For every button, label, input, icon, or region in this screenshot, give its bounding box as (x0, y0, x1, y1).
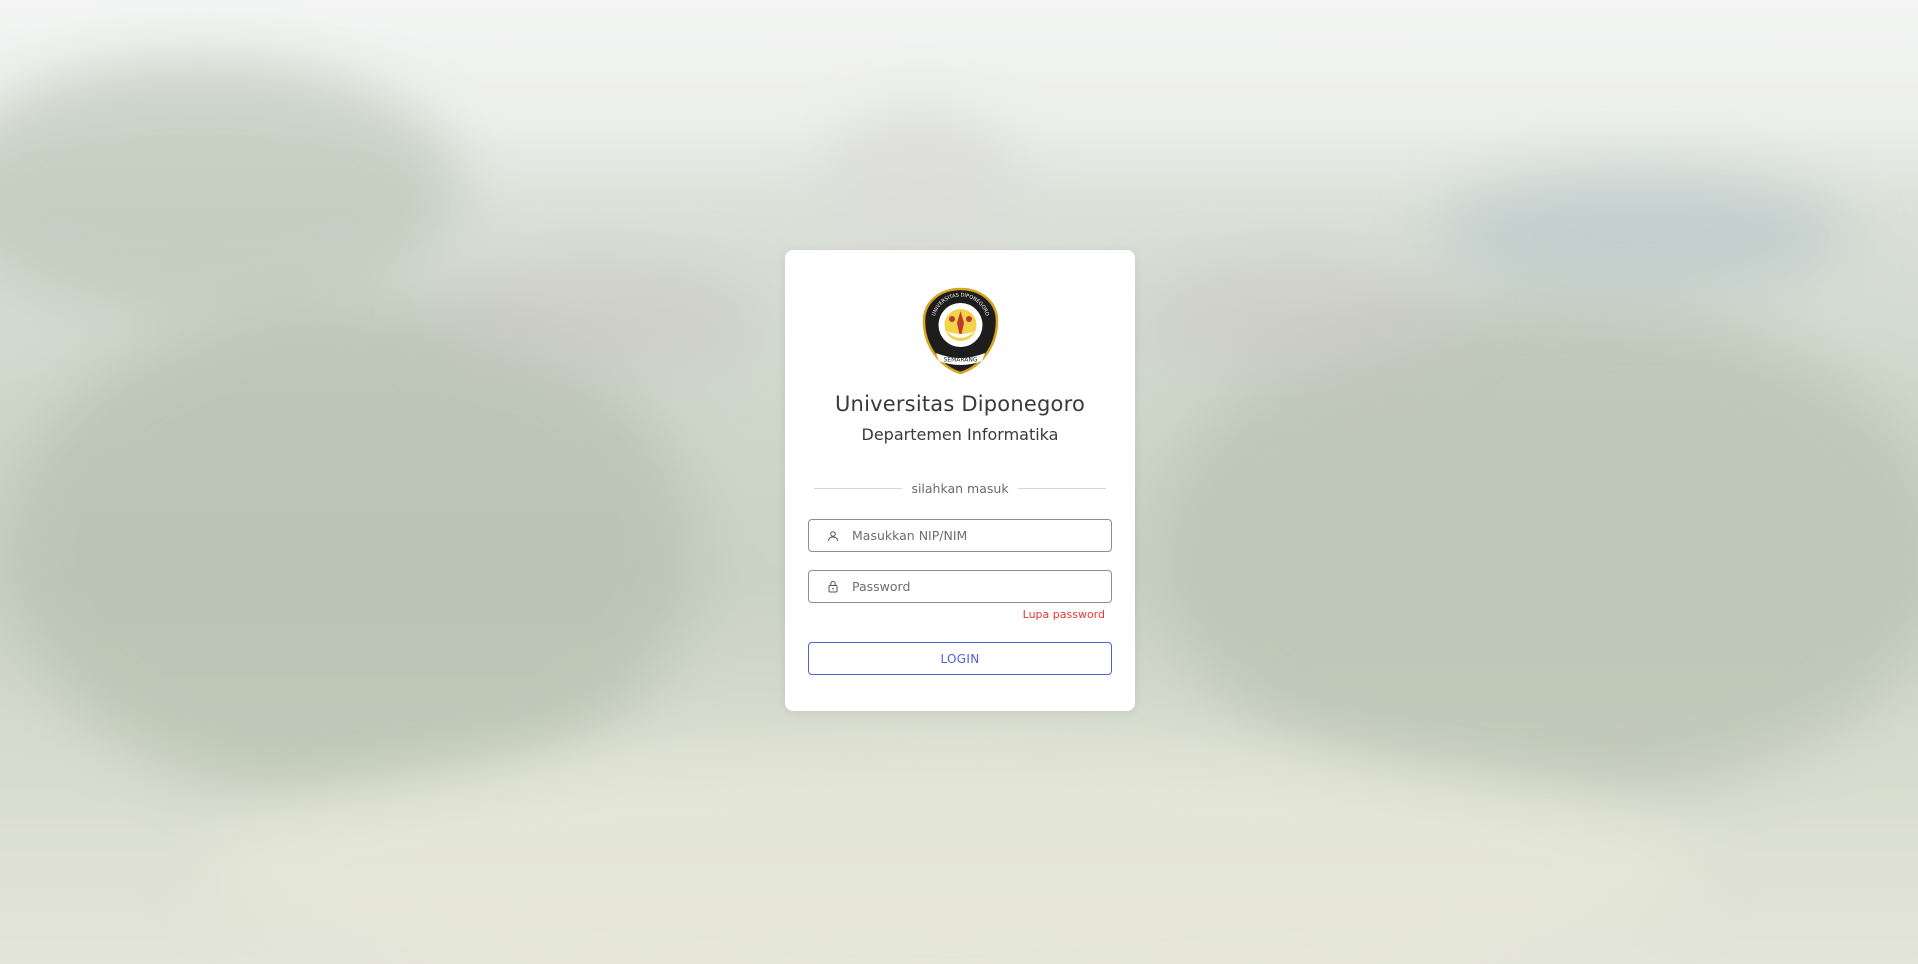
username-field[interactable] (808, 519, 1112, 552)
password-input[interactable] (850, 578, 1104, 595)
lock-icon (825, 579, 841, 595)
divider-line-right (1017, 487, 1107, 489)
university-seal-icon: SEMARANG UNIVERSITAS DIPONEGORO (922, 287, 999, 375)
user-icon (825, 528, 841, 544)
forgot-password-link[interactable]: Lupa password (1023, 608, 1105, 621)
university-title: Universitas Diponegoro (834, 392, 1085, 416)
login-card: SEMARANG UNIVERSITAS DIPONEGORO Universi… (785, 250, 1135, 711)
password-field[interactable] (808, 570, 1112, 603)
logo-bottom-text: SEMARANG (943, 357, 977, 364)
divider-line-left (814, 487, 903, 489)
department-subtitle: Departemen Informatika (861, 425, 1059, 444)
username-input[interactable] (850, 527, 1104, 544)
divider-text: silahkan masuk (911, 480, 1009, 496)
login-divider: silahkan masuk (814, 478, 1107, 498)
login-button[interactable]: LOGIN (808, 642, 1112, 675)
